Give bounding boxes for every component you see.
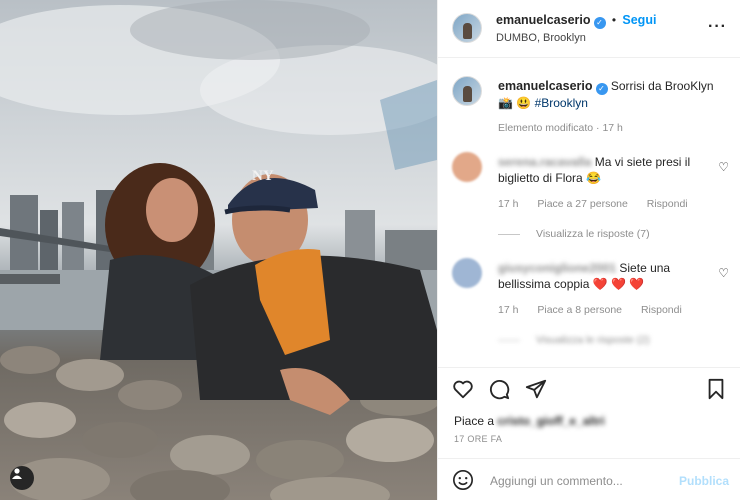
comment-likes[interactable]: Piace a 8 persone: [537, 304, 622, 316]
caption-avatar[interactable]: [452, 76, 482, 106]
emoji-icon[interactable]: [452, 469, 474, 491]
comment-meta: 17 h Piace a 27 persone Rispondi: [498, 198, 704, 210]
likes-summary: Piace a cristo_gioff_e_altri: [454, 414, 605, 428]
view-replies-label[interactable]: Visualizza le risposte (2): [536, 334, 650, 346]
more-icon[interactable]: ···: [708, 18, 727, 36]
comment-username[interactable]: serena.racavalla: [498, 155, 591, 169]
follow-button[interactable]: Segui: [622, 13, 656, 27]
post-time[interactable]: 17 ORE FA: [454, 434, 502, 444]
photo-illustration: [0, 0, 437, 500]
caption-text-block: emanuelcaserio ✓ Sorrisi da BrooKlyn 📸 😃 …: [498, 78, 728, 111]
publish-button[interactable]: Pubblica: [679, 474, 729, 488]
comment-icon[interactable]: [488, 378, 510, 400]
separator-dot: •: [611, 13, 617, 27]
share-send-icon[interactable]: [525, 378, 547, 400]
verified-icon: ✓: [593, 17, 606, 29]
like-heart-icon[interactable]: [452, 378, 474, 400]
comment-avatar[interactable]: [452, 152, 482, 182]
view-replies[interactable]: Visualizza le risposte (7): [498, 228, 650, 240]
comment-text-block: giusyconiglione2001 Siete una bellissima…: [498, 260, 708, 292]
post-header: emanuelcaserio ✓ • Segui DUMBO, Brooklyn …: [438, 0, 740, 58]
comment-like-heart-icon[interactable]: ♡: [718, 266, 729, 280]
bookmark-icon[interactable]: [705, 378, 727, 400]
caption-emojis: 📸 😃: [498, 96, 532, 110]
comment-meta: 17 h Piace a 8 persone Rispondi: [498, 304, 698, 316]
comment-avatar[interactable]: [452, 258, 482, 288]
comment-like-heart-icon[interactable]: ♡: [718, 160, 729, 174]
tagged-user-icon[interactable]: [10, 466, 34, 490]
caption-text: Sorrisi da BrooKlyn: [610, 79, 714, 93]
comment-reply-button[interactable]: Rispondi: [641, 304, 682, 316]
comment-time: 17 h: [498, 304, 519, 316]
likes-prefix: Piace a: [454, 414, 495, 428]
action-bar: [438, 367, 740, 407]
view-replies-label[interactable]: Visualizza le risposte (7): [536, 228, 650, 240]
replies-divider: [498, 233, 520, 235]
view-replies[interactable]: Visualizza le risposte (2): [498, 334, 650, 346]
post-location[interactable]: DUMBO, Brooklyn: [496, 32, 586, 44]
comment-text-block: serena.racavalla Ma vi siete presi il bi…: [498, 154, 708, 186]
author-line: emanuelcaserio ✓ • Segui: [496, 13, 656, 29]
verified-icon: ✓: [595, 83, 608, 95]
author-username[interactable]: emanuelcaserio: [496, 13, 591, 27]
author-avatar[interactable]: [452, 13, 482, 43]
post-details-panel: emanuelcaserio ✓ • Segui DUMBO, Brooklyn …: [437, 0, 740, 500]
caption-meta: Elemento modificato · 17 h: [498, 122, 623, 134]
comment-likes[interactable]: Piace a 27 persone: [537, 198, 627, 210]
replies-divider: [498, 339, 520, 341]
caption-username[interactable]: emanuelcaserio: [498, 79, 593, 93]
cap-logo: NY: [252, 168, 274, 184]
caption-hashtag[interactable]: #Brooklyn: [535, 96, 588, 110]
add-comment-bar: Aggiungi un commento... Pubblica: [438, 458, 740, 500]
comment-username[interactable]: giusyconiglione2001: [498, 261, 616, 275]
comment-reply-button[interactable]: Rispondi: [647, 198, 688, 210]
post-photo[interactable]: NY: [0, 0, 437, 500]
likes-user[interactable]: cristo_gioff_e_altri: [497, 414, 604, 428]
comment-input[interactable]: Aggiungi un commento...: [490, 474, 623, 488]
comment-time: 17 h: [498, 198, 519, 210]
